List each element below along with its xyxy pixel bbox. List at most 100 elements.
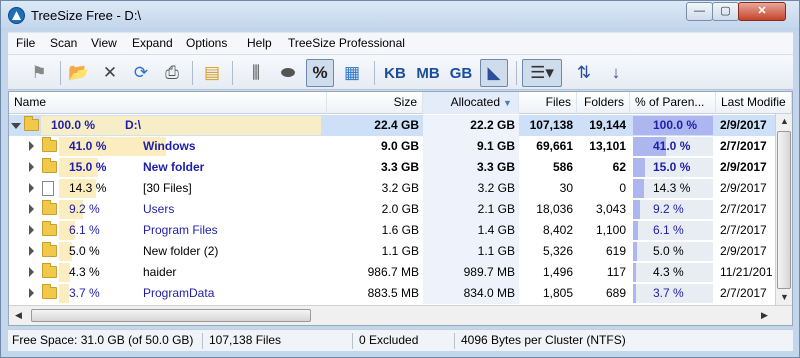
tree-row[interactable]: 5.0 % New folder (2) 1.1 GB 1.1 GB 5,326 619 5… [9, 241, 775, 262]
menu-scan[interactable]: Scan [50, 36, 77, 50]
column-percent-of-parent[interactable]: % of Paren... [630, 92, 716, 114]
percent-view-button[interactable]: % [306, 59, 334, 87]
tree-row[interactable]: 4.3 % haider 986.7 MB 989.7 MB 1,496 117 4.3 %… [9, 262, 775, 283]
expand-toggle-icon[interactable] [29, 141, 34, 151]
toolbar-separator [516, 61, 517, 85]
percent-of-parent-fill [633, 200, 640, 219]
percent-of-parent-fill [633, 263, 636, 282]
scroll-down-icon[interactable]: ▼ [780, 292, 789, 302]
expand-toggle-icon[interactable] [29, 267, 34, 277]
row-percent-of-parent: 6.1 % [653, 223, 684, 237]
toolbar-separator [232, 61, 233, 85]
tree-row[interactable]: 100.0 % D:\ 22.4 GB 22.2 GB 107,138 19,144 100… [9, 115, 775, 136]
row-percent-of-parent: 5.0 % [653, 244, 684, 258]
unit-mb-button[interactable]: MB [413, 59, 443, 87]
row-percent: 4.3 % [69, 265, 100, 279]
scroll-left-icon[interactable]: ◀ [15, 310, 22, 321]
row-percent-of-parent: 14.3 % [653, 181, 691, 195]
toolbar-separator [60, 61, 61, 85]
row-folders: 13,101 [589, 139, 626, 153]
menu-view[interactable]: View [91, 36, 117, 50]
row-allocated: 22.2 GB [470, 118, 515, 132]
status-separator [202, 333, 203, 349]
unit-gb-button[interactable]: GB [446, 59, 476, 87]
columns-menu-icon[interactable]: ☰▾ [522, 59, 562, 87]
file-icon [42, 181, 54, 196]
vertical-scrollbar[interactable]: ▲ ▼ [775, 114, 792, 305]
expand-toggle-icon[interactable] [29, 204, 34, 214]
refresh-icon[interactable]: ⟳ [127, 59, 155, 87]
tree-row[interactable]: 3.7 % ProgramData 883.5 MB 834.0 MB 1,805 689… [9, 283, 775, 304]
expand-toggle-icon[interactable] [29, 183, 34, 193]
unit-kb-button[interactable]: KB [380, 59, 410, 87]
explorer-icon[interactable]: ▤ [198, 59, 226, 87]
auto-unit-icon[interactable]: ◣ [480, 59, 508, 87]
tree-row[interactable]: 14.3 % [30 Files] 3.2 GB 3.2 GB 30 0 14.3 % 2/9… [9, 178, 775, 199]
column-size[interactable]: Size [327, 92, 423, 114]
row-size: 1.6 GB [381, 223, 419, 237]
grid-view-icon[interactable]: ▦ [338, 59, 366, 87]
row-name: D:\ [125, 118, 141, 132]
excluded-status: 0 Excluded [359, 333, 419, 347]
horizontal-scroll-thumb[interactable] [31, 309, 311, 322]
expand-toggle-icon[interactable] [29, 162, 34, 172]
row-name: New folder (2) [143, 244, 219, 258]
folder-icon [24, 116, 39, 131]
files-count-status: 107,138 Files [209, 333, 282, 347]
disk-space-icon[interactable]: ⬬ [274, 59, 302, 87]
maximize-button[interactable]: ▢ [712, 2, 739, 21]
tree-row[interactable]: 9.2 % Users 2.0 GB 2.1 GB 18,036 3,043 9.2 % 2/… [9, 199, 775, 220]
menu-file[interactable]: File [16, 36, 35, 50]
scroll-up-icon[interactable]: ▲ [780, 116, 789, 126]
row-files: 69,661 [536, 139, 573, 153]
tree-row[interactable]: 41.0 % Windows 9.0 GB 9.1 GB 69,661 13,101 41.… [9, 136, 775, 157]
row-name: haider [143, 265, 177, 279]
row-name: Windows [143, 139, 196, 153]
select-directory-icon[interactable]: 📂 [65, 59, 93, 87]
row-percent-of-parent: 100.0 % [653, 118, 698, 132]
row-last-modified: 2/9/2017 [720, 244, 767, 258]
row-size: 3.2 GB [381, 181, 419, 195]
tree-row[interactable]: 15.0 % New folder 3.3 GB 3.3 GB 586 62 15.0 % 2… [9, 157, 775, 178]
horizontal-scrollbar[interactable]: ◀ ▶ [9, 305, 792, 325]
menu-help[interactable]: Help [247, 36, 272, 50]
folder-icon [42, 137, 57, 152]
row-folders: 19,144 [589, 118, 626, 132]
minimize-button[interactable]: — [686, 2, 713, 21]
expand-toggle-icon[interactable] [11, 123, 21, 129]
tree-properties-icon[interactable]: ⚑ [25, 59, 53, 87]
sort-size-icon[interactable]: ↓ [602, 59, 630, 87]
row-last-modified: 2/7/2017 [720, 286, 767, 300]
row-files: 1,496 [542, 265, 573, 279]
column-files[interactable]: Files [519, 92, 577, 114]
row-folders: 117 [606, 265, 626, 279]
row-size: 986.7 MB [367, 265, 419, 279]
print-icon[interactable]: ⎙ [158, 59, 186, 87]
column-last-modified[interactable]: Last Modifie [716, 92, 792, 114]
close-button[interactable]: ✕ [738, 2, 786, 21]
size-view-icon[interactable]: ⫼ [242, 59, 270, 87]
menu-treesize-professional[interactable]: TreeSize Professional [288, 36, 405, 50]
sort-name-icon[interactable]: ⇅ [570, 59, 598, 87]
row-files: 107,138 [529, 118, 573, 132]
expand-toggle-icon[interactable] [29, 246, 34, 256]
expand-toggle-icon[interactable] [29, 225, 34, 235]
row-name: Program Files [143, 223, 218, 237]
row-name: Users [143, 202, 175, 216]
row-folders: 1,100 [595, 223, 626, 237]
free-space-status: Free Space: 31.0 GB (of 50.0 GB) [12, 333, 194, 347]
menu-options[interactable]: Options [186, 36, 227, 50]
menu-expand[interactable]: Expand [132, 36, 173, 50]
column-name[interactable]: Name [9, 92, 327, 114]
scroll-right-icon[interactable]: ▶ [761, 310, 768, 321]
stop-scan-icon[interactable]: ✕ [96, 59, 124, 87]
column-folders[interactable]: Folders [577, 92, 630, 114]
row-name: ProgramData [143, 286, 215, 300]
toolbar-separator [374, 61, 375, 85]
row-files: 18,036 [536, 202, 573, 216]
expand-toggle-icon[interactable] [29, 288, 34, 298]
vertical-scroll-thumb[interactable] [777, 131, 791, 289]
row-allocated: 2.1 GB [477, 202, 515, 216]
tree-row[interactable]: 6.1 % Program Files 1.6 GB 1.4 GB 8,402 1,100… [9, 220, 775, 241]
row-last-modified: 2/9/2017 [720, 160, 767, 174]
